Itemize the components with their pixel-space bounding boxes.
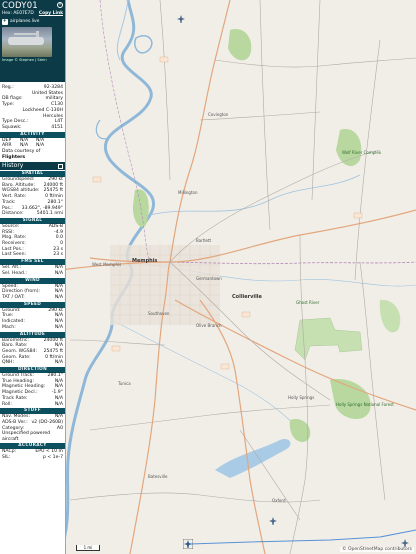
info-key: TAT / OAT: xyxy=(2,294,25,300)
info-row: Sel. Head.: N/A xyxy=(0,271,65,277)
source-row[interactable]: airplanes.live xyxy=(2,18,63,25)
map-label-collierville: Collierville xyxy=(232,294,262,300)
aircraft-icon[interactable] xyxy=(176,14,186,24)
hex-value: AE07E7D xyxy=(13,11,34,16)
map-label-millington: Millington xyxy=(178,190,198,195)
hex-row: Hex: AE07E7D Copy Link xyxy=(2,11,63,17)
map-label-memphis: Memphis xyxy=(132,258,158,264)
map-label-national-forest: Holly Springs National Forest xyxy=(336,402,394,407)
map-label-oxford: Oxford xyxy=(272,498,286,503)
info-key: Distance: xyxy=(2,211,24,217)
info-value: Lockheed C-130H Hercules xyxy=(22,107,63,119)
map-label-germantown: Germantown xyxy=(196,276,222,281)
history-checkbox[interactable] xyxy=(58,163,63,169)
info-key: SIL: xyxy=(2,455,11,461)
info-value: N/A xyxy=(54,324,63,330)
aircraft-icon[interactable] xyxy=(268,516,278,526)
map-label-wolf-river: Wolf River Complex xyxy=(342,150,382,155)
map-label-ghost-river: Ghost River xyxy=(296,300,320,305)
history-toggle[interactable]: History xyxy=(0,162,65,171)
map-label-olive-branch: Olive Branch xyxy=(196,323,222,328)
info-value: N/A xyxy=(54,270,63,276)
aircraft-photo[interactable] xyxy=(2,27,52,57)
info-key: Roll: xyxy=(2,401,12,407)
info-value: A0 xyxy=(56,425,63,431)
info-value: p < 1e-7 xyxy=(42,455,63,461)
info-value: 5401.1 nmi xyxy=(36,211,63,217)
info-row: Lockheed C-130H Hercules xyxy=(0,108,65,119)
info-key: QNH: xyxy=(2,360,15,366)
info-key: Squawk: xyxy=(2,124,22,130)
activity-rows: DEP N/A N/A ARR N/A N/A xyxy=(0,138,65,149)
selected-aircraft-icon[interactable] xyxy=(183,539,193,549)
detail-sections: SPATIAL Groundspeed: 290 kt Baro. Altitude:… xyxy=(0,171,65,431)
copy-link-button[interactable]: Copy Link xyxy=(39,11,63,17)
panel-header: CODY01 × Hex: AE07E7D Copy Link airplane… xyxy=(0,0,65,82)
history-label[interactable]: History xyxy=(2,162,23,170)
map-label-tunica: Tunica xyxy=(118,381,131,386)
info-row: QNH: N/A xyxy=(0,360,65,366)
callsign: CODY01 xyxy=(2,1,38,11)
map-label-covington: Covington xyxy=(208,112,229,117)
info-key: Last Seen: xyxy=(2,252,27,258)
map-label-holly-springs: Holly Springs xyxy=(288,395,315,400)
info-key: Reg.: xyxy=(2,85,14,90)
courtesy-link[interactable]: Flighters xyxy=(2,155,25,160)
info-value: N/A xyxy=(54,294,63,300)
map-label-batesville: Batesville xyxy=(148,474,168,479)
map-label-west-memphis: West Memphis xyxy=(92,262,122,267)
map-label-bartlett: Bartlett xyxy=(196,238,212,243)
source-name[interactable]: airplanes.live xyxy=(10,18,39,25)
info-value: 23 s xyxy=(53,252,63,258)
info-value: N/A xyxy=(54,401,63,407)
info-row: Roll: N/A xyxy=(0,402,65,408)
info-value: 4151 xyxy=(51,124,63,130)
info-row: TAT / OAT: N/A xyxy=(0,295,65,301)
map-scale-bar: 1 mi xyxy=(76,545,100,551)
accuracy-rows: NACp: EPU < 10 m SIL: p < 1e-7 xyxy=(0,449,65,460)
photo-credit: Image © Stephen J Stein xyxy=(2,58,47,62)
basic-info: Reg.: 92-3284 United States DB flags: milita… xyxy=(0,82,65,131)
hex-label: Hex: xyxy=(2,11,13,16)
close-icon[interactable]: × xyxy=(57,2,63,8)
info-key: Mach: xyxy=(2,324,16,330)
data-courtesy: Data courtesy of Flighters xyxy=(2,149,41,161)
airplane-icon xyxy=(2,18,8,25)
aircraft-info-panel: CODY01 × Hex: AE07E7D Copy Link airplane… xyxy=(0,0,66,554)
info-row: Distance: 5401.1 nmi xyxy=(0,211,65,217)
category-description: Unspecified powered aircraft xyxy=(2,431,51,442)
map-label-southaven: Southaven xyxy=(148,311,170,316)
map-attribution[interactable]: © OpenStreetMap contributors xyxy=(340,547,414,552)
info-value: N/A xyxy=(54,360,63,366)
info-row: Mach: N/A xyxy=(0,325,65,331)
info-key: Sel. Head.: xyxy=(2,270,27,276)
info-row: Squawk: 4151 xyxy=(0,125,65,131)
info-row: Last Seen: 23 s xyxy=(0,252,65,258)
info-row: SIL: p < 1e-7 xyxy=(0,455,65,461)
